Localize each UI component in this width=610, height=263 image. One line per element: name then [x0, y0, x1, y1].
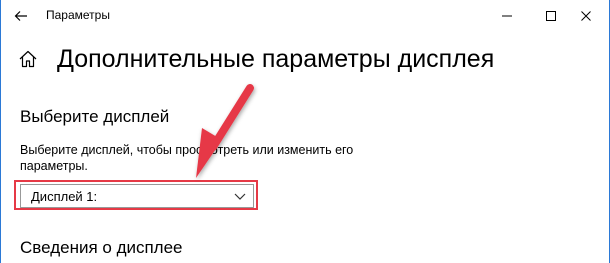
minimize-button[interactable] [484, 0, 530, 32]
display-select[interactable]: Дисплей 1: [20, 184, 254, 208]
home-icon[interactable] [18, 49, 38, 69]
back-button[interactable] [6, 4, 36, 28]
page-title: Дополнительные параметры дисплея [57, 45, 495, 73]
maximize-icon [546, 11, 556, 21]
minimize-icon [502, 15, 512, 17]
title-bar: Параметры [0, 0, 610, 32]
choose-display-heading: Выберите дисплей [20, 107, 170, 126]
annotation-arrow [196, 84, 254, 178]
close-button[interactable] [563, 0, 609, 32]
choose-display-description: Выберите дисплей, чтобы просмотреть или … [20, 143, 354, 173]
window-title: Параметры [46, 8, 110, 22]
display-select-value: Дисплей 1: [31, 188, 98, 204]
close-icon [581, 11, 591, 21]
window-frame [0, 0, 610, 263]
back-arrow-icon [14, 11, 27, 21]
display-info-heading: Сведения о дисплее [20, 238, 183, 257]
chevron-down-icon [234, 193, 246, 200]
